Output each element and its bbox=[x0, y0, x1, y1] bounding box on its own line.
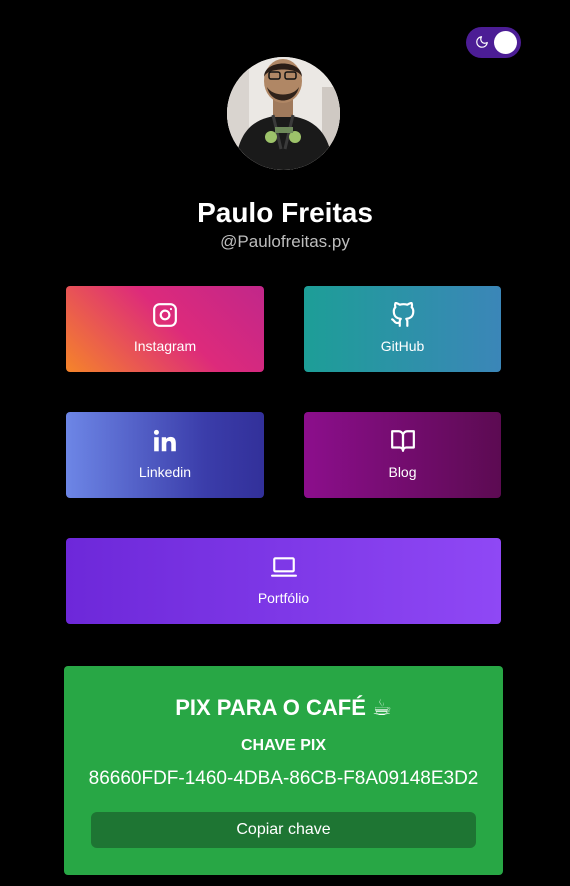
github-label: GitHub bbox=[380, 338, 425, 354]
theme-toggle[interactable] bbox=[466, 27, 521, 58]
moon-icon bbox=[476, 36, 488, 48]
blog-link[interactable]: Blog bbox=[304, 412, 501, 498]
linkedin-icon bbox=[153, 429, 176, 452]
copy-key-button[interactable]: Copiar chave bbox=[91, 812, 476, 848]
blog-label: Blog bbox=[388, 464, 417, 480]
pix-title: PIX PARA O CAFÉ ☕ bbox=[175, 695, 392, 720]
book-icon bbox=[390, 430, 415, 452]
instagram-icon bbox=[153, 303, 177, 327]
pix-subtitle: CHAVE PIX bbox=[240, 737, 327, 754]
instagram-link[interactable]: Instagram bbox=[66, 286, 264, 372]
instagram-label: Instagram bbox=[133, 338, 197, 354]
avatar-photo bbox=[227, 57, 340, 170]
linkedin-link[interactable]: Linkedin bbox=[66, 412, 264, 498]
laptop-icon bbox=[270, 557, 297, 577]
github-icon bbox=[390, 302, 414, 327]
link-page: Paulo Freitas @Paulofreitas.py Instagram… bbox=[0, 0, 570, 886]
portfolio-label: Portfólio bbox=[257, 590, 310, 606]
avatar bbox=[227, 57, 340, 170]
pix-box: PIX PARA O CAFÉ ☕ CHAVE PIX 86660FDF-146… bbox=[64, 666, 503, 875]
profile-handle: @Paulofreitas.py bbox=[220, 232, 350, 251]
toggle-knob bbox=[494, 31, 517, 54]
linkedin-label: Linkedin bbox=[138, 464, 192, 480]
github-link[interactable]: GitHub bbox=[304, 286, 501, 372]
portfolio-link[interactable]: Portfólio bbox=[66, 538, 501, 624]
profile-name: Paulo Freitas bbox=[197, 197, 373, 228]
pix-key: 86660FDF-1460-4DBA-86CB-F8A09148E3D2 bbox=[88, 768, 479, 789]
